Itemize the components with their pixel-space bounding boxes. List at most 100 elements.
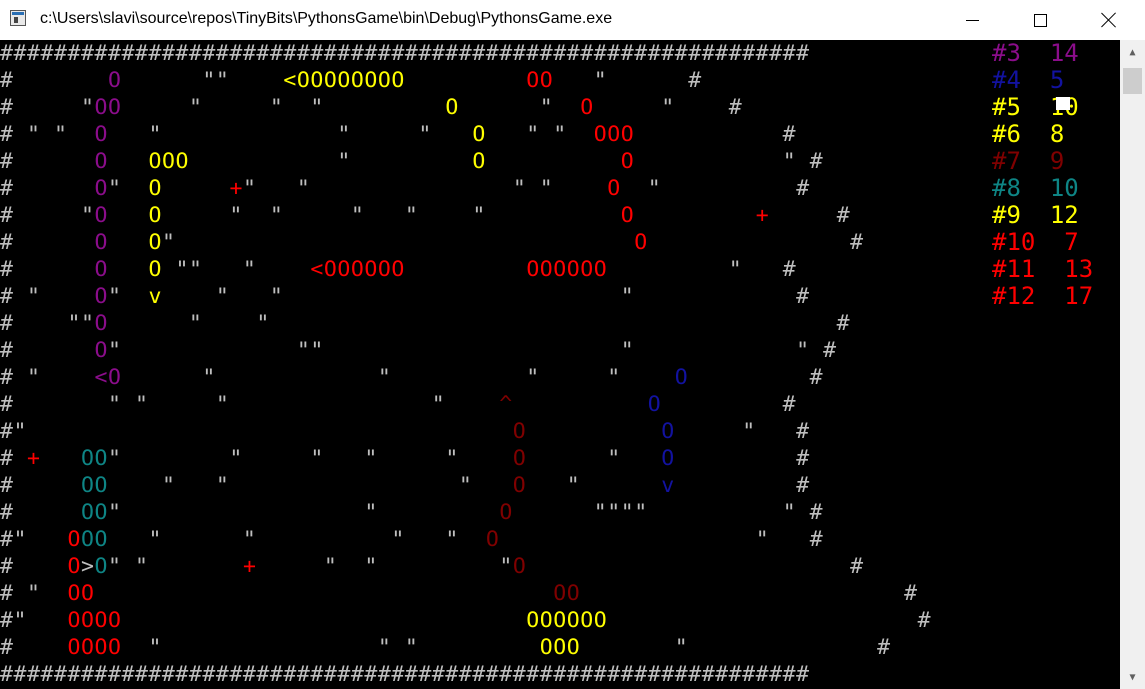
grid-segment: # — [661, 392, 797, 417]
grid-segment: " " " — [121, 635, 540, 660]
grid-segment: O — [661, 419, 675, 444]
grid-segment: O — [485, 527, 500, 552]
player-id: #6 — [992, 120, 1021, 148]
grid-segment — [121, 608, 526, 633]
player-score: 17 — [1064, 282, 1094, 310]
grid-row: # + OO" " " " " O " O # — [0, 445, 931, 472]
grid-segment: # — [0, 257, 95, 282]
grid-segment: " # — [499, 527, 824, 552]
grid-segment: OOO — [593, 122, 635, 147]
grid-segment: # — [674, 446, 810, 471]
close-button[interactable] — [1086, 0, 1132, 40]
console-app-icon — [10, 10, 26, 26]
grid-segment: " — [107, 176, 149, 201]
grid-segment: O — [94, 338, 108, 363]
scroll-down-arrow-icon[interactable]: ▼ — [1120, 665, 1145, 689]
grid-segment: O — [512, 446, 527, 471]
grid-segment: O — [661, 446, 675, 471]
grid-row: # O" "" " " # — [0, 337, 931, 364]
grid-segment: " — [526, 473, 662, 498]
grid-segment: ########################################… — [0, 41, 810, 66]
player-id: #5 — [992, 93, 1021, 121]
text-cursor — [1056, 97, 1070, 110]
grid-segment: " # — [634, 149, 824, 174]
grid-row: ########################################… — [0, 661, 931, 688]
grid-row: # O O "" " <OOOOOO OOOOOO " # — [0, 256, 931, 283]
grid-segment: OO — [80, 527, 108, 552]
grid-segment: O — [512, 419, 527, 444]
grid-segment: OO — [526, 68, 554, 93]
score-entry: #5 10 — [992, 94, 1093, 121]
grid-segment: " — [161, 230, 635, 255]
grid-segment: OOOOOO — [526, 257, 608, 282]
grid-segment: OO — [67, 581, 95, 606]
grid-segment: O — [94, 149, 108, 174]
grid-segment: O — [148, 203, 162, 228]
grid-segment — [108, 230, 148, 255]
scoreboard: #3 14#4 5#5 10#6 8#7 9#8 10#9 12#10 7#11… — [992, 40, 1093, 310]
player-id: #10 — [992, 228, 1036, 256]
grid-segment: OO — [80, 446, 108, 471]
grid-segment: # — [769, 203, 851, 228]
player-id: #12 — [992, 282, 1036, 310]
grid-segment: # — [0, 554, 68, 579]
grid-segment: + — [229, 176, 243, 201]
minimize-icon — [965, 19, 979, 21]
grid-row: # " <O " " " " O # — [0, 364, 931, 391]
grid-segment: O — [445, 95, 459, 120]
grid-segment: O — [94, 230, 108, 255]
grid-row: # ""O " " # — [0, 310, 931, 337]
grid-segment: OO — [553, 581, 581, 606]
grid-segment: + — [755, 203, 770, 228]
grid-segment: " # — [593, 95, 743, 120]
grid-segment: # — [0, 338, 95, 363]
grid-segment: O — [94, 257, 108, 282]
grid-segment: OOO — [148, 149, 189, 174]
vertical-scrollbar[interactable]: ▲ ▼ — [1120, 40, 1145, 689]
grid-segment: # — [634, 122, 797, 147]
grid-segment: # — [0, 500, 81, 525]
grid-segment: # — [526, 554, 864, 579]
grid-segment — [526, 419, 661, 444]
grid-segment: " " — [107, 500, 500, 525]
scroll-up-arrow-icon[interactable]: ▲ — [1120, 40, 1145, 64]
grid-row: # O O" O # — [0, 229, 931, 256]
grid-segment: # — [647, 230, 864, 255]
grid-segment: O — [94, 311, 108, 336]
grid-segment: O — [620, 149, 635, 174]
minimize-button[interactable] — [949, 0, 995, 40]
grid-row: # "O O " " " " " O + # — [0, 202, 931, 229]
grid-segment — [108, 257, 148, 282]
grid-segment: # — [0, 230, 95, 255]
grid-segment: # — [688, 365, 824, 390]
player-score: 14 — [1049, 39, 1079, 67]
grid-row: # " " O " " " O " " OOO # — [0, 121, 931, 148]
grid-segment — [162, 176, 229, 201]
grid-segment: #" — [0, 527, 68, 552]
player-id: #9 — [992, 201, 1021, 229]
grid-segment: " " " " " — [107, 446, 513, 471]
grid-segment — [108, 203, 148, 228]
grid-segment — [41, 446, 81, 471]
game-board: ########################################… — [0, 40, 931, 688]
grid-segment: OO — [94, 95, 122, 120]
close-icon — [1101, 12, 1117, 28]
grid-segment: # — [0, 446, 27, 471]
grid-segment — [405, 68, 526, 93]
grid-segment: " " " " — [121, 365, 675, 390]
grid-segment: # — [607, 608, 932, 633]
grid-segment — [108, 149, 148, 174]
grid-segment: <OOOOOOOO — [283, 68, 405, 93]
maximize-button[interactable] — [1017, 0, 1063, 40]
score-entry: #12 17 — [992, 283, 1093, 310]
grid-segment: " " " # — [161, 284, 810, 309]
console-area: ########################################… — [0, 40, 1120, 689]
grid-segment: " # — [607, 257, 797, 282]
grid-segment: OOO — [539, 635, 581, 660]
grid-segment: # — [0, 149, 95, 174]
grid-segment: O — [512, 554, 527, 579]
grid-segment: " " " " — [107, 527, 486, 552]
player-score: 13 — [1064, 255, 1094, 283]
scroll-thumb[interactable] — [1123, 68, 1142, 94]
grid-segment: "" — [121, 68, 284, 93]
